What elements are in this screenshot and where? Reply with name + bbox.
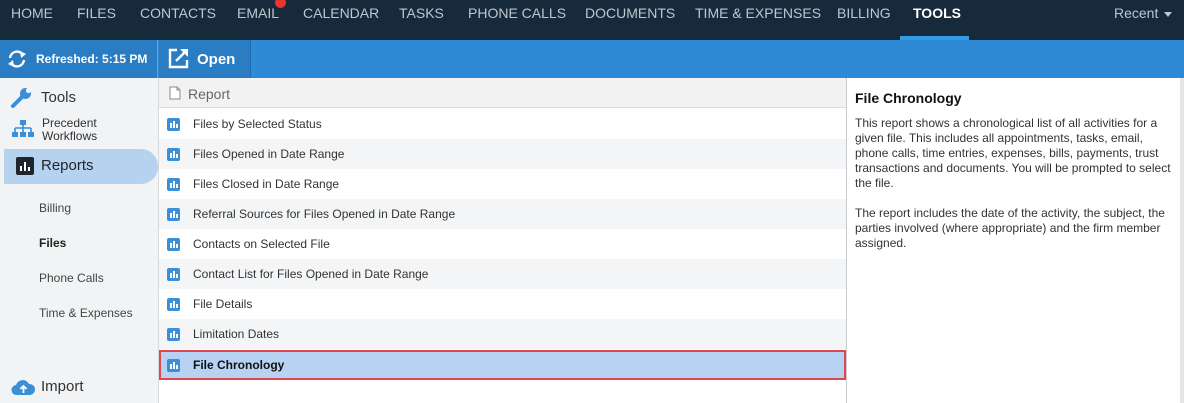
report-list: Report Files by Selected Status Files Op… <box>159 78 846 403</box>
nav-billing[interactable]: BILLING <box>837 0 891 40</box>
report-row-label: Files Closed in Date Range <box>193 177 340 191</box>
report-row-label: Files by Selected Status <box>193 117 322 131</box>
open-external-icon <box>168 48 189 69</box>
detail-description-2: The report includes the date of the acti… <box>855 206 1165 250</box>
report-icon <box>167 238 180 251</box>
nav-calendar[interactable]: CALENDAR <box>303 0 379 40</box>
sidebar-item-label: Precedent Workflows <box>42 117 97 143</box>
report-row-label: File Chronology <box>193 358 285 372</box>
report-icon <box>167 148 180 161</box>
open-button[interactable]: Open <box>159 40 251 78</box>
nav-time-expenses[interactable]: TIME & EXPENSES <box>695 0 821 40</box>
report-row-label: File Details <box>193 297 253 311</box>
recent-dropdown[interactable]: Recent <box>1114 0 1158 27</box>
report-row-selected[interactable]: File Chronology <box>159 350 846 380</box>
scrollbar[interactable] <box>1180 78 1184 403</box>
report-icon <box>167 118 180 131</box>
nav-documents[interactable]: DOCUMENTS <box>585 0 675 40</box>
report-icon <box>167 298 180 311</box>
report-chart-icon <box>16 157 34 175</box>
chevron-down-icon[interactable] <box>1164 12 1172 17</box>
nav-phone-calls[interactable]: PHONE CALLS <box>468 0 566 40</box>
report-row[interactable]: Referral Sources for Files Opened in Dat… <box>159 199 846 229</box>
refresh-button[interactable]: Refreshed: 5:15 PM <box>0 40 158 78</box>
report-header-label: Report <box>188 86 231 102</box>
report-row[interactable]: Limitation Dates <box>159 319 846 349</box>
report-column-header[interactable]: Report <box>159 78 846 108</box>
detail-description: This report shows a chronological list o… <box>855 116 1171 190</box>
nav-contacts[interactable]: CONTACTS <box>140 0 216 40</box>
wrench-icon <box>11 87 32 108</box>
precedent-line-2: Workflows <box>42 129 98 143</box>
sidebar-item-label: Reports <box>41 157 94 174</box>
report-row[interactable]: Files Opened in Date Range <box>159 139 846 169</box>
report-row-label: Contacts on Selected File <box>193 237 330 251</box>
sidebar-subitem-files[interactable]: Files <box>39 236 66 250</box>
report-row-label: Limitation Dates <box>193 327 280 341</box>
detail-title: File Chronology <box>855 90 962 106</box>
refresh-icon <box>8 50 26 68</box>
open-button-label: Open <box>197 51 236 68</box>
sidebar-subitem-phone-calls[interactable]: Phone Calls <box>39 271 104 285</box>
sidebar-item-reports[interactable]: Reports <box>4 149 158 184</box>
nav-tasks[interactable]: TASKS <box>399 0 444 40</box>
refresh-status: Refreshed: 5:15 PM <box>36 52 148 66</box>
top-nav: HOME FILES CONTACTS EMAIL CALENDAR TASKS… <box>0 0 1184 40</box>
report-icon <box>167 268 180 281</box>
report-row[interactable]: Files Closed in Date Range <box>159 169 846 199</box>
nav-home[interactable]: HOME <box>11 0 53 40</box>
email-notification-badge <box>275 0 286 8</box>
report-row[interactable]: Contacts on Selected File <box>159 229 846 259</box>
report-row[interactable]: File Details <box>159 289 846 319</box>
report-row-label: Files Opened in Date Range <box>193 147 345 161</box>
precedent-line-1: Precedent <box>42 116 97 130</box>
report-icon <box>167 178 180 191</box>
report-row[interactable]: Contact List for Files Opened in Date Ra… <box>159 259 846 289</box>
workflow-icon <box>12 120 34 137</box>
report-icon <box>167 328 180 341</box>
report-row-label: Contact List for Files Opened in Date Ra… <box>193 267 429 281</box>
sidebar-subitem-time-expenses[interactable]: Time & Expenses <box>39 306 133 320</box>
nav-email[interactable]: EMAIL <box>237 0 279 40</box>
sidebar: Tools Precedent Workflows Reports Billin… <box>0 78 159 403</box>
report-row[interactable]: Files by Selected Status <box>159 109 846 139</box>
report-detail-pane: File Chronology This report shows a chro… <box>846 78 1184 403</box>
sidebar-subitem-billing[interactable]: Billing <box>39 201 71 215</box>
nav-tools[interactable]: TOOLS <box>913 0 961 40</box>
nav-files[interactable]: FILES <box>77 0 116 40</box>
report-icon <box>167 208 180 221</box>
document-icon <box>169 86 181 100</box>
sidebar-item-label: Import <box>41 378 84 395</box>
report-row-label: Referral Sources for Files Opened in Dat… <box>193 207 456 221</box>
sidebar-item-label: Tools <box>41 89 77 106</box>
report-icon <box>167 359 180 372</box>
cloud-upload-icon <box>11 380 36 396</box>
toolbar: Refreshed: 5:15 PM Open <box>0 40 1184 78</box>
